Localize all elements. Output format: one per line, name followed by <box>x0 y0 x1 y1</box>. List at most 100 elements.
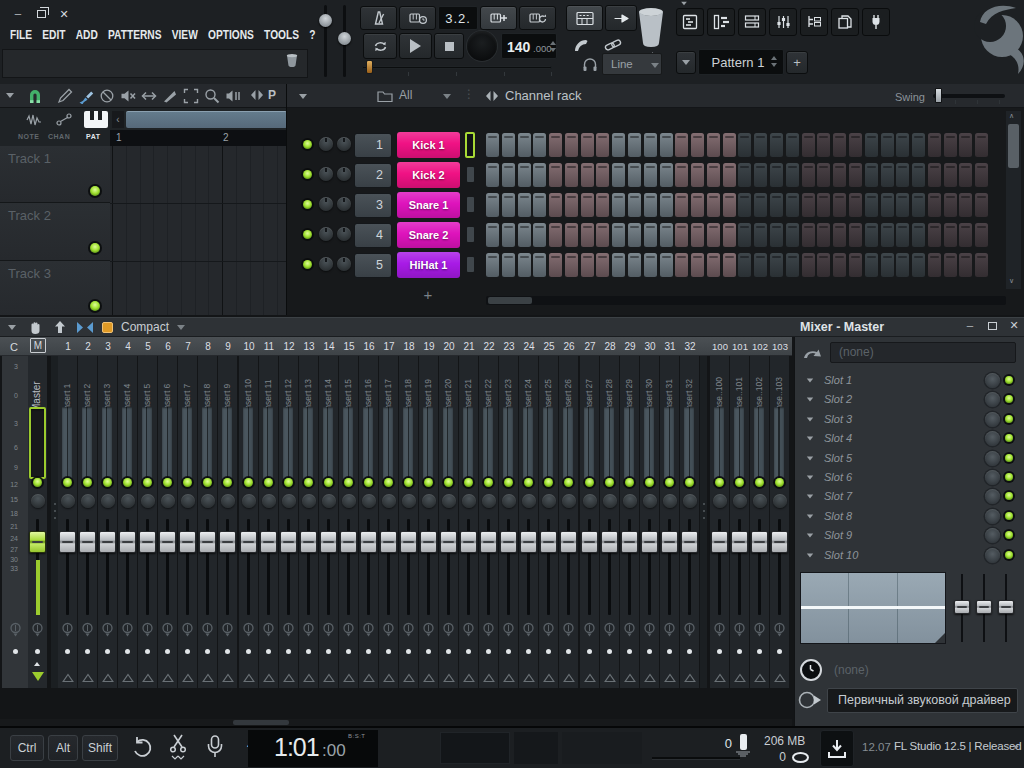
strip-led[interactable] <box>384 478 393 487</box>
route-dot[interactable] <box>35 649 40 654</box>
route-dot[interactable] <box>426 649 431 654</box>
plugin-input-field[interactable]: (none) <box>830 342 1016 363</box>
master-route-arrow[interactable] <box>32 672 44 681</box>
slot-led[interactable] <box>1005 551 1013 559</box>
pattern-menu-button[interactable] <box>676 51 696 74</box>
step-cell[interactable] <box>533 253 546 277</box>
stereo-icon[interactable] <box>282 622 295 637</box>
step-cell[interactable] <box>707 133 720 157</box>
channel-pan-knob[interactable] <box>319 257 333 271</box>
mixer-strip[interactable]: Insert 27 <box>580 356 599 688</box>
route-triangle[interactable] <box>263 673 275 683</box>
mixer-view-mode[interactable]: Compact <box>121 320 169 334</box>
main-volume-knob[interactable] <box>319 14 332 27</box>
menu-item-tools[interactable]: TOOLS <box>264 28 299 42</box>
menu-item-help[interactable]: ? <box>309 28 315 42</box>
mixer-strip[interactable]: Insert 5 <box>138 356 157 688</box>
step-cell[interactable] <box>581 163 594 187</box>
pattern-spin-up[interactable] <box>771 56 777 60</box>
slot-knob[interactable] <box>985 548 1000 563</box>
step-cell[interactable] <box>975 223 988 247</box>
step-cell[interactable] <box>833 193 846 217</box>
zoom-tool-icon[interactable] <box>204 88 220 104</box>
step-cell[interactable] <box>675 163 688 187</box>
slot-arrow[interactable] <box>807 417 813 421</box>
channel-selector[interactable] <box>467 167 474 182</box>
step-cell[interactable] <box>707 193 720 217</box>
route-dot[interactable] <box>737 649 742 654</box>
strip-led[interactable] <box>564 478 573 487</box>
step-cell[interactable] <box>881 163 894 187</box>
step-cell[interactable] <box>817 193 830 217</box>
pattern-selector[interactable]: Pattern 1 <box>698 49 784 75</box>
step-cell[interactable] <box>975 163 988 187</box>
step-cell[interactable] <box>502 163 515 187</box>
stereo-icon[interactable] <box>502 622 515 637</box>
strip-pan-knob[interactable] <box>61 494 75 508</box>
step-cell[interactable] <box>817 223 830 247</box>
stereo-icon[interactable] <box>242 622 255 637</box>
mixer-strip[interactable]: Insert 6 <box>158 356 177 688</box>
step-cell[interactable] <box>881 193 894 217</box>
step-cell[interactable] <box>802 223 815 247</box>
strip-fader-handle[interactable] <box>219 531 236 553</box>
route-triangle[interactable] <box>323 673 335 683</box>
step-cell[interactable] <box>691 133 704 157</box>
step-cell[interactable] <box>770 163 783 187</box>
step-cell[interactable] <box>786 193 799 217</box>
paint-tool-icon[interactable] <box>78 88 94 104</box>
strip-fader-handle[interactable] <box>139 531 156 553</box>
group-filter-value[interactable]: All <box>399 88 412 102</box>
step-cell[interactable] <box>912 253 925 277</box>
step-cell[interactable] <box>533 193 546 217</box>
step-cell[interactable] <box>849 133 862 157</box>
strip-fader-handle[interactable] <box>179 531 196 553</box>
step-cell[interactable] <box>691 223 704 247</box>
mixer-strip[interactable]: Insert 21 <box>459 356 478 688</box>
stereo-icon[interactable] <box>773 622 786 637</box>
step-cell[interactable] <box>518 163 531 187</box>
stereo-icon[interactable] <box>141 622 154 637</box>
strip-led[interactable] <box>284 478 293 487</box>
mixer-strip[interactable]: Insert 13 <box>299 356 318 688</box>
group-filter-arrow[interactable] <box>443 94 451 99</box>
step-cell[interactable] <box>975 253 988 277</box>
strip-fader-handle[interactable] <box>480 531 497 553</box>
strip-pan-knob[interactable] <box>342 494 356 508</box>
tab-notes-icon[interactable] <box>26 113 42 126</box>
slot-arrow[interactable] <box>807 514 813 518</box>
menu-item-view[interactable]: VIEW <box>172 28 198 42</box>
mixer-strip[interactable]: Insert 8 <box>198 356 217 688</box>
strip-pan-knob[interactable] <box>201 494 215 508</box>
channel-selector[interactable] <box>467 227 474 242</box>
close-button[interactable]: ✕ <box>54 6 74 22</box>
slot-arrow[interactable] <box>807 534 813 538</box>
strip-pan-knob[interactable] <box>603 494 617 508</box>
step-cell[interactable] <box>770 133 783 157</box>
strip-led[interactable] <box>544 478 553 487</box>
strip-fader-handle[interactable] <box>731 531 748 553</box>
stereo-icon[interactable] <box>262 622 275 637</box>
channel-number[interactable]: 4 <box>354 223 392 248</box>
strip-pan-knob[interactable] <box>221 494 235 508</box>
route-dot[interactable] <box>667 649 672 654</box>
track-header[interactable]: Track 1 <box>0 146 110 203</box>
route-triangle[interactable] <box>423 673 435 683</box>
step-cell[interactable] <box>817 133 830 157</box>
step-cell[interactable] <box>628 133 641 157</box>
strip-pan-knob[interactable] <box>422 494 436 508</box>
strip-fader-handle[interactable] <box>340 531 357 553</box>
channel-button[interactable]: HiHat 1 <box>397 252 460 278</box>
loop-record-button[interactable] <box>519 6 556 30</box>
track-led[interactable] <box>90 301 100 311</box>
channel-led[interactable] <box>303 140 312 149</box>
route-dot[interactable] <box>85 649 90 654</box>
tempo-spin-down[interactable] <box>550 48 556 52</box>
stereo-icon[interactable] <box>522 622 535 637</box>
strip-pan-knob[interactable] <box>562 494 576 508</box>
mixer-hscroll-handle[interactable] <box>233 720 289 725</box>
stereo-icon[interactable] <box>31 622 44 637</box>
route-triangle[interactable] <box>584 673 596 683</box>
mixer-strip[interactable]: Insert 3 <box>98 356 117 688</box>
track-header[interactable]: Track 3 <box>0 261 110 315</box>
